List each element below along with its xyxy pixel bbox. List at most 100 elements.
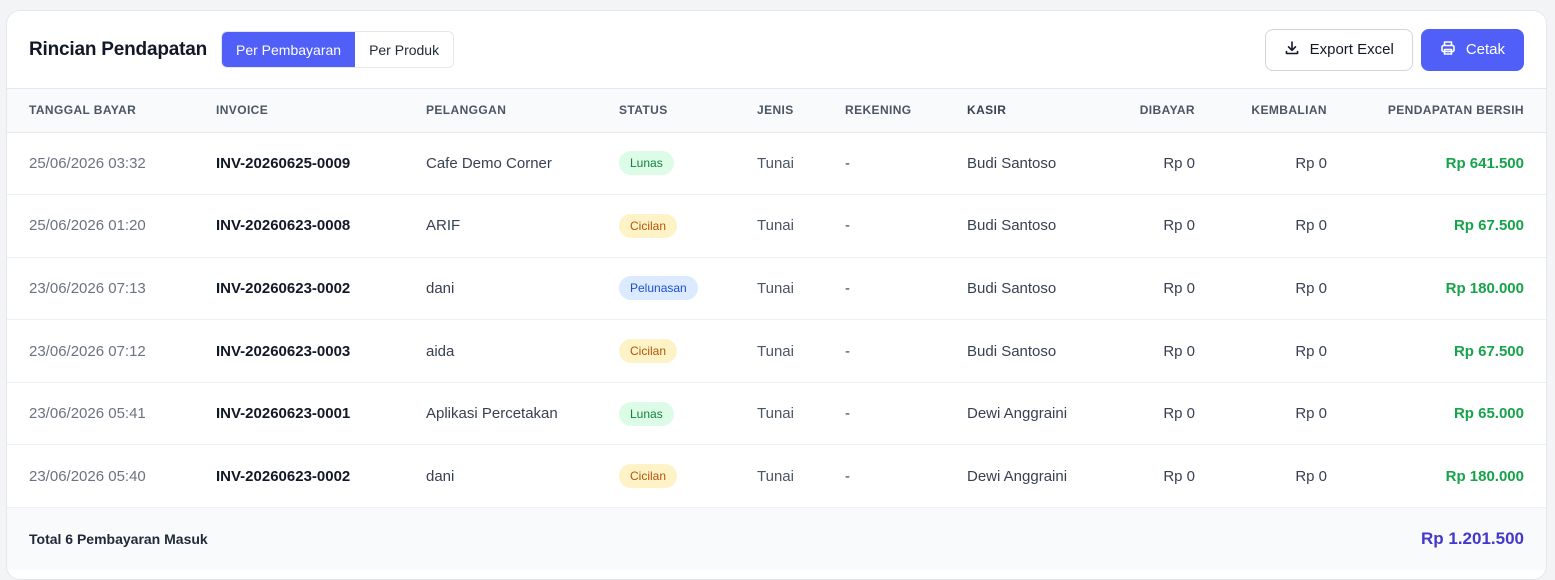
status-badge: Pelunasan bbox=[619, 276, 698, 301]
col-header-tanggal-bayar[interactable]: TANGGAL BAYAR bbox=[7, 89, 216, 132]
cell-kasir: Dewi Anggraini bbox=[967, 405, 1068, 423]
cell-kembalian: Rp 0 bbox=[1295, 342, 1327, 360]
cell-kasir: Budi Santoso bbox=[967, 217, 1057, 235]
tab-per-pembayaran[interactable]: Per Pembayaran bbox=[222, 32, 356, 67]
cell-kasir: Budi Santoso bbox=[967, 279, 1057, 297]
cell-invoice[interactable]: INV-20260623-0001 bbox=[216, 382, 426, 445]
cell-customer: aida bbox=[426, 342, 455, 360]
cell-invoice[interactable]: INV-20260625-0009 bbox=[216, 132, 426, 195]
cell-dibayar: Rp 0 bbox=[1163, 467, 1195, 485]
cell-net-revenue: Rp 180.000 bbox=[1445, 279, 1524, 297]
col-header-kembalian[interactable]: KEMBALIAN bbox=[1195, 89, 1327, 132]
col-header-invoice[interactable]: INVOICE bbox=[216, 89, 426, 132]
cell-net-revenue: Rp 641.500 bbox=[1445, 154, 1524, 172]
table-row[interactable]: 25/06/2026 01:20 INV-20260623-0008 ARIF … bbox=[7, 195, 1546, 258]
cell-net-revenue: Rp 65.000 bbox=[1453, 405, 1524, 423]
col-header-pendapatan-bersih[interactable]: PENDAPATAN BERSIH bbox=[1327, 89, 1546, 132]
col-header-dibayar[interactable]: DIBAYAR bbox=[1095, 89, 1195, 132]
cell-date: 23/06/2026 05:40 bbox=[29, 467, 146, 485]
cell-date: 23/06/2026 07:13 bbox=[29, 279, 146, 297]
cell-customer: dani bbox=[426, 279, 455, 297]
cell-kasir: Dewi Anggraini bbox=[967, 467, 1068, 485]
cell-jenis: Tunai bbox=[757, 154, 794, 172]
cell-rekening: - bbox=[845, 342, 850, 360]
footer-total-amount: Rp 1.201.500 bbox=[1420, 529, 1524, 549]
export-excel-label: Export Excel bbox=[1309, 41, 1394, 58]
status-badge: Lunas bbox=[619, 151, 674, 176]
cell-rekening: - bbox=[845, 217, 850, 235]
cell-jenis: Tunai bbox=[757, 405, 794, 423]
cell-customer: ARIF bbox=[426, 217, 461, 235]
cell-kembalian: Rp 0 bbox=[1295, 279, 1327, 297]
cell-invoice[interactable]: INV-20260623-0008 bbox=[216, 195, 426, 258]
col-header-status[interactable]: STATUS bbox=[619, 89, 757, 132]
cell-rekening: - bbox=[845, 467, 850, 485]
cell-status: Lunas bbox=[619, 382, 757, 445]
cell-date: 23/06/2026 07:12 bbox=[29, 342, 146, 360]
cell-dibayar: Rp 0 bbox=[1163, 154, 1195, 172]
print-button[interactable]: Cetak bbox=[1420, 28, 1524, 71]
cell-kembalian: Rp 0 bbox=[1295, 405, 1327, 423]
table-row[interactable]: 25/06/2026 03:32 INV-20260625-0009 Cafe … bbox=[7, 132, 1546, 195]
download-icon bbox=[1284, 40, 1300, 60]
payments-table: TANGGAL BAYAR INVOICE PELANGGAN STATUS J… bbox=[7, 89, 1546, 508]
card-header: Rincian Pendapatan Per Pembayaran Per Pr… bbox=[7, 11, 1546, 89]
status-badge: Lunas bbox=[619, 401, 674, 426]
cell-status: Pelunasan bbox=[619, 257, 757, 320]
table-row[interactable]: 23/06/2026 05:41 INV-20260623-0001 Aplik… bbox=[7, 382, 1546, 445]
cell-invoice[interactable]: INV-20260623-0002 bbox=[216, 257, 426, 320]
footer-total-label: Total 6 Pembayaran Masuk bbox=[29, 531, 208, 548]
table-footer: Total 6 Pembayaran Masuk Rp 1.201.500 bbox=[7, 508, 1546, 571]
cell-rekening: - bbox=[845, 405, 850, 423]
cell-invoice[interactable]: INV-20260623-0002 bbox=[216, 445, 426, 508]
cell-net-revenue: Rp 180.000 bbox=[1445, 467, 1524, 485]
cell-status: Cicilan bbox=[619, 320, 757, 383]
cell-kembalian: Rp 0 bbox=[1295, 154, 1327, 172]
view-toggle: Per Pembayaran Per Produk bbox=[221, 31, 455, 68]
col-header-rekening[interactable]: REKENING bbox=[845, 89, 967, 132]
cell-dibayar: Rp 0 bbox=[1163, 405, 1195, 423]
status-badge: Cicilan bbox=[619, 464, 678, 489]
table-body: 25/06/2026 03:32 INV-20260625-0009 Cafe … bbox=[7, 132, 1546, 508]
table-row[interactable]: 23/06/2026 05:40 INV-20260623-0002 dani … bbox=[7, 445, 1546, 508]
cell-invoice[interactable]: INV-20260623-0003 bbox=[216, 320, 426, 383]
cell-status: Lunas bbox=[619, 132, 757, 195]
export-excel-button[interactable]: Export Excel bbox=[1264, 28, 1413, 71]
revenue-detail-card: Rincian Pendapatan Per Pembayaran Per Pr… bbox=[6, 10, 1547, 580]
cell-dibayar: Rp 0 bbox=[1163, 279, 1195, 297]
status-badge: Cicilan bbox=[619, 339, 678, 364]
cell-rekening: - bbox=[845, 279, 850, 297]
tab-per-produk[interactable]: Per Produk bbox=[355, 32, 454, 67]
cell-dibayar: Rp 0 bbox=[1163, 342, 1195, 360]
table-row[interactable]: 23/06/2026 07:12 INV-20260623-0003 aida … bbox=[7, 320, 1546, 383]
cell-kembalian: Rp 0 bbox=[1295, 217, 1327, 235]
cell-status: Cicilan bbox=[619, 445, 757, 508]
cell-net-revenue: Rp 67.500 bbox=[1453, 217, 1524, 235]
printer-icon bbox=[1440, 40, 1456, 60]
cell-status: Cicilan bbox=[619, 195, 757, 258]
cell-dibayar: Rp 0 bbox=[1163, 217, 1195, 235]
cell-kembalian: Rp 0 bbox=[1295, 467, 1327, 485]
cell-net-revenue: Rp 67.500 bbox=[1453, 342, 1524, 360]
cell-kasir: Budi Santoso bbox=[967, 342, 1057, 360]
cell-customer: Cafe Demo Corner bbox=[426, 154, 552, 172]
cell-kasir: Budi Santoso bbox=[967, 154, 1057, 172]
table-header-row: TANGGAL BAYAR INVOICE PELANGGAN STATUS J… bbox=[7, 89, 1546, 132]
cell-rekening: - bbox=[845, 154, 850, 172]
status-badge: Cicilan bbox=[619, 213, 678, 238]
cell-jenis: Tunai bbox=[757, 342, 794, 360]
cell-date: 23/06/2026 05:41 bbox=[29, 405, 146, 423]
cell-date: 25/06/2026 01:20 bbox=[29, 217, 146, 235]
cell-customer: dani bbox=[426, 467, 455, 485]
col-header-jenis[interactable]: JENIS bbox=[757, 89, 845, 132]
page-title: Rincian Pendapatan bbox=[29, 38, 207, 60]
col-header-pelanggan[interactable]: PELANGGAN bbox=[426, 89, 619, 132]
col-header-kasir[interactable]: KASIR bbox=[967, 89, 1095, 132]
cell-jenis: Tunai bbox=[757, 467, 794, 485]
table-row[interactable]: 23/06/2026 07:13 INV-20260623-0002 dani … bbox=[7, 257, 1546, 320]
cell-jenis: Tunai bbox=[757, 279, 794, 297]
print-label: Cetak bbox=[1465, 41, 1505, 58]
cell-date: 25/06/2026 03:32 bbox=[29, 154, 146, 172]
cell-jenis: Tunai bbox=[757, 217, 794, 235]
cell-customer: Aplikasi Percetakan bbox=[426, 405, 558, 423]
